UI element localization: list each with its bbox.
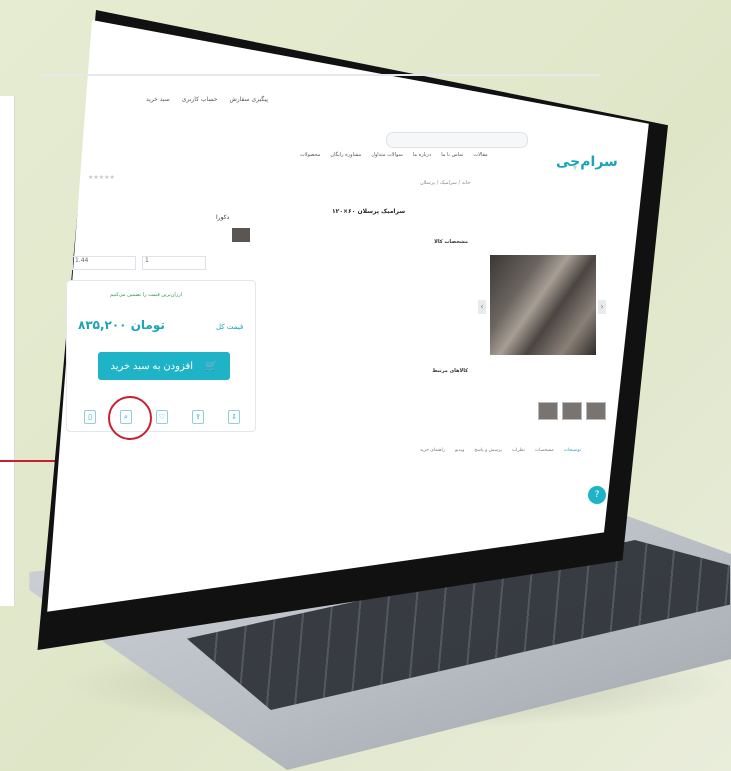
variant-swatch[interactable]: [232, 228, 250, 242]
nav-item[interactable]: سوالات متداول: [371, 152, 403, 158]
quantity-row: 1.44 1: [72, 256, 206, 270]
area-field[interactable]: 1.44: [72, 256, 136, 270]
thumbnail[interactable]: [538, 402, 558, 420]
favorite-icon[interactable]: ♡: [156, 410, 168, 424]
info-title: مشخصات کالا: [434, 239, 468, 245]
product-main-image[interactable]: [490, 255, 596, 355]
nav-item[interactable]: محصولات: [300, 152, 320, 158]
screen-topbar: [40, 74, 600, 76]
add-to-cart-button[interactable]: افزودن به سبد خرید 🛒: [98, 352, 230, 380]
related-title: کالاهای مرتبط: [432, 368, 468, 374]
help-button[interactable]: ?: [588, 486, 606, 504]
nav-item[interactable]: درباره ما: [413, 152, 431, 158]
tab[interactable]: راهنمای خرید: [420, 448, 445, 453]
thumbnail-strip: [538, 402, 606, 420]
add-to-cart-label: افزودن به سبد خرید: [110, 360, 194, 372]
image-next-arrow[interactable]: ›: [598, 300, 606, 314]
product-tabs: راهنمای خرید ویدیو پرسش و پاسخ نظرات مشخ…: [420, 448, 581, 453]
nav-item[interactable]: تماس با ما: [441, 152, 463, 158]
variant-name: دکورا: [216, 214, 230, 221]
price-label: قیمت کل: [216, 323, 244, 331]
tab[interactable]: مشخصات: [535, 448, 554, 453]
left-white-panel: [0, 96, 15, 606]
tab[interactable]: ویدیو: [455, 448, 464, 453]
tab[interactable]: پرسش و پاسخ: [474, 448, 502, 453]
nav-item[interactable]: مشاوره رایگان: [330, 152, 361, 158]
product-title: سرامیک پرسلان ۶۰×۱۲۰: [332, 208, 406, 215]
tab[interactable]: نظرات: [512, 448, 525, 453]
thumbnail[interactable]: [586, 402, 606, 420]
main-nav: محصولات مشاوره رایگان سوالات متداول دربا…: [300, 152, 488, 158]
nav-item[interactable]: مقالات: [473, 152, 487, 158]
quantity-field[interactable]: 1: [142, 256, 206, 270]
compare-icon[interactable]: ▯: [84, 410, 96, 424]
search-input[interactable]: [386, 132, 528, 148]
image-prev-arrow[interactable]: ‹: [478, 300, 486, 314]
thumbnail[interactable]: [562, 402, 582, 420]
product-info-panel: مشخصات کالا کالاهای مرتبط: [420, 238, 468, 376]
tab-active[interactable]: توضیحات: [564, 448, 581, 453]
cheapest-price-note: ارزان‌ترین قیمت را تضمین می‌کنیم: [110, 292, 182, 298]
cart-icon: 🛒: [205, 360, 218, 372]
price-value: ۸۳۵,۲۰۰ تومان: [78, 318, 165, 332]
download-icon[interactable]: ⇩: [228, 410, 240, 424]
cart-link[interactable]: سبد خرید: [146, 96, 170, 103]
share-icon[interactable]: ⇪: [192, 410, 204, 424]
highlight-circle: [108, 396, 152, 440]
order-tracking-link[interactable]: پیگیری سفارش: [229, 96, 268, 103]
rating-stars: ★★★★★: [88, 174, 115, 181]
breadcrumb[interactable]: خانه / سرامیک / پرسلان: [420, 180, 470, 186]
site-logo[interactable]: سرام‌چی: [556, 154, 618, 170]
account-link[interactable]: حساب کاربری: [182, 96, 218, 103]
header-links: سبد خرید حساب کاربری پیگیری سفارش: [146, 96, 268, 103]
